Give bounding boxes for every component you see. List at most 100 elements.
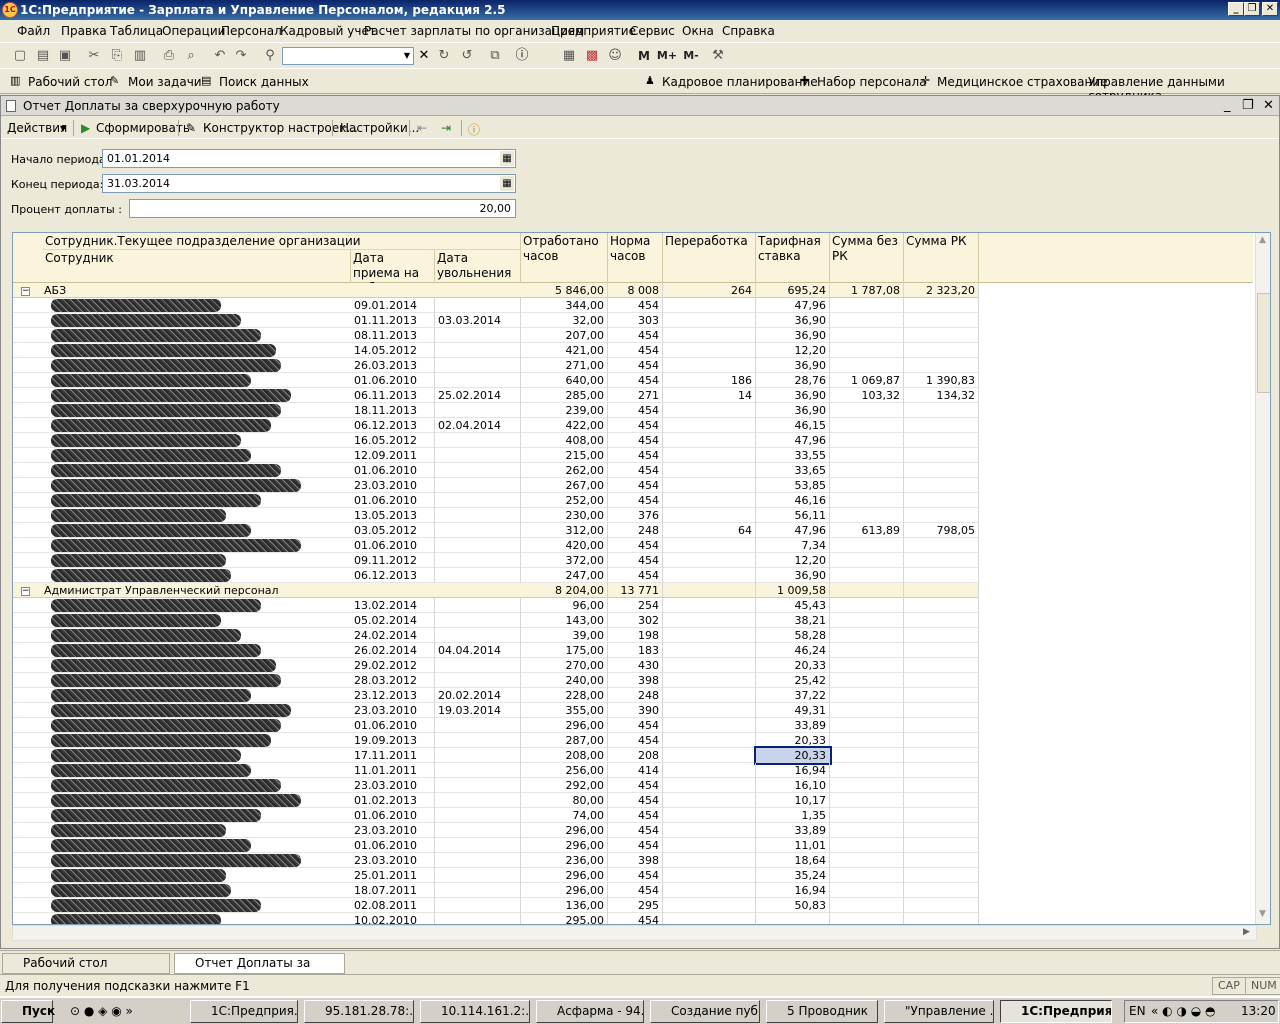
cell-sum_no_rk[interactable]: [830, 568, 904, 583]
cell-rate[interactable]: 16,94: [756, 763, 830, 778]
menu-help[interactable]: Справка: [722, 24, 775, 38]
cell-over[interactable]: [663, 553, 756, 568]
cell-worked[interactable]: 74,00: [521, 808, 608, 823]
table-row[interactable]: 02.08.2011 136,00 295 50,83: [13, 898, 979, 913]
cell-sum_no_rk[interactable]: [830, 718, 904, 733]
cell-sum_no_rk[interactable]: [830, 913, 904, 924]
cell-over[interactable]: [663, 358, 756, 373]
cell-fire[interactable]: 25.02.2014: [435, 388, 521, 403]
cell-sum_no_rk[interactable]: [830, 643, 904, 658]
vertical-scrollbar[interactable]: ▲ ▼: [1255, 233, 1270, 924]
cell-norm[interactable]: 398: [608, 673, 663, 688]
cell-fire[interactable]: [435, 448, 521, 463]
cell-norm[interactable]: 454: [608, 298, 663, 313]
cell-worked[interactable]: 640,00: [521, 373, 608, 388]
cell-norm[interactable]: 8 008: [608, 283, 663, 298]
cell-fire[interactable]: [435, 538, 521, 553]
cell-sum_rk[interactable]: [904, 448, 979, 463]
cell-worked[interactable]: 344,00: [521, 298, 608, 313]
panel-hr-planning[interactable]: Кадровое планирование: [662, 75, 818, 89]
cell-over[interactable]: [663, 733, 756, 748]
cell-rate[interactable]: 1,35: [756, 808, 830, 823]
cell-norm[interactable]: 430: [608, 658, 663, 673]
cell-worked[interactable]: 296,00: [521, 868, 608, 883]
cell-rate[interactable]: 49,31: [756, 703, 830, 718]
table-row[interactable]: 09.11.2012 372,00 454 12,20: [13, 553, 979, 568]
cell-fire[interactable]: [435, 808, 521, 823]
cell-worked[interactable]: 208,00: [521, 748, 608, 763]
cell-sum_rk[interactable]: [904, 778, 979, 793]
cell-fire[interactable]: [435, 583, 521, 598]
cell-sum_no_rk[interactable]: [830, 808, 904, 823]
cell-worked[interactable]: 236,00: [521, 853, 608, 868]
cell-hire[interactable]: [351, 583, 435, 598]
cell-hire[interactable]: 19.09.2013: [351, 733, 435, 748]
cell-worked[interactable]: 372,00: [521, 553, 608, 568]
cell-fire[interactable]: [435, 733, 521, 748]
cell-rate[interactable]: 12,20: [756, 553, 830, 568]
cell-over[interactable]: [663, 583, 756, 598]
cell-hire[interactable]: 01.02.2013: [351, 793, 435, 808]
cell-sum_rk[interactable]: 2 323,20: [904, 283, 979, 298]
cell-fire[interactable]: [435, 898, 521, 913]
menu-edit[interactable]: Правка: [61, 24, 107, 38]
cell-norm[interactable]: 454: [608, 718, 663, 733]
cell-sum_no_rk[interactable]: 103,32: [830, 388, 904, 403]
cell-sum_no_rk[interactable]: [830, 658, 904, 673]
cell-sum_rk[interactable]: [904, 583, 979, 598]
menu-personnel[interactable]: Персонал: [221, 24, 282, 38]
cell-rate[interactable]: 53,85: [756, 478, 830, 493]
table-row[interactable]: 01.06.2010 262,00 454 33,65: [13, 463, 979, 478]
cell-hire[interactable]: 12.09.2011: [351, 448, 435, 463]
cell-sum_rk[interactable]: [904, 433, 979, 448]
cell-worked[interactable]: 422,00: [521, 418, 608, 433]
cell-rate[interactable]: 56,11: [756, 508, 830, 523]
cell-over[interactable]: [663, 298, 756, 313]
cell-sum_rk[interactable]: [904, 568, 979, 583]
cell-fire[interactable]: [435, 433, 521, 448]
cell-worked[interactable]: 80,00: [521, 793, 608, 808]
cell-sum_no_rk[interactable]: [830, 433, 904, 448]
cell-worked[interactable]: 420,00: [521, 538, 608, 553]
task-rdp-2[interactable]: 10.114.161.2:...: [420, 1000, 530, 1023]
cell-over[interactable]: [663, 673, 756, 688]
cell-hire[interactable]: 17.11.2011: [351, 748, 435, 763]
cell-over[interactable]: [663, 493, 756, 508]
cell-over[interactable]: [663, 658, 756, 673]
print-icon[interactable]: ⎙: [161, 48, 177, 64]
cell-norm[interactable]: 390: [608, 703, 663, 718]
cell-worked[interactable]: 262,00: [521, 463, 608, 478]
help-icon[interactable]: ⓘ: [468, 121, 480, 138]
cell-norm[interactable]: 454: [608, 403, 663, 418]
cell-fire[interactable]: [435, 763, 521, 778]
cell-over[interactable]: [663, 613, 756, 628]
cell-worked[interactable]: 296,00: [521, 823, 608, 838]
cell-hire[interactable]: 05.02.2014: [351, 613, 435, 628]
cell-rate[interactable]: 45,43: [756, 598, 830, 613]
cell-worked[interactable]: 252,00: [521, 493, 608, 508]
doc-minimize-button[interactable]: _: [1224, 98, 1231, 113]
cell-hire[interactable]: 01.11.2013: [351, 313, 435, 328]
cell-sum_rk[interactable]: [904, 328, 979, 343]
cell-sum_rk[interactable]: [904, 403, 979, 418]
generate-button[interactable]: Сформировать: [96, 121, 190, 135]
cell-hire[interactable]: 25.01.2011: [351, 868, 435, 883]
cell-worked[interactable]: 421,00: [521, 343, 608, 358]
cell-sum_no_rk[interactable]: [830, 583, 904, 598]
close-button[interactable]: ✕: [1262, 2, 1278, 16]
cell-norm[interactable]: 271: [608, 388, 663, 403]
cell-sum_rk[interactable]: [904, 883, 979, 898]
cell-sum_rk[interactable]: [904, 688, 979, 703]
cell-rate[interactable]: 58,28: [756, 628, 830, 643]
cell-worked[interactable]: 8 204,00: [521, 583, 608, 598]
cell-fire[interactable]: [435, 568, 521, 583]
cell-rate[interactable]: 16,94: [756, 883, 830, 898]
table-row[interactable]: 17.11.2011 208,00 208 20,33: [13, 746, 979, 765]
cell-sum_rk[interactable]: [904, 763, 979, 778]
cell-fire[interactable]: [435, 628, 521, 643]
cell-sum_no_rk[interactable]: 1 787,08: [830, 283, 904, 298]
cell-over[interactable]: [663, 808, 756, 823]
cell-rate[interactable]: 36,90: [756, 313, 830, 328]
cell-norm[interactable]: 454: [608, 733, 663, 748]
cell-over[interactable]: [663, 418, 756, 433]
